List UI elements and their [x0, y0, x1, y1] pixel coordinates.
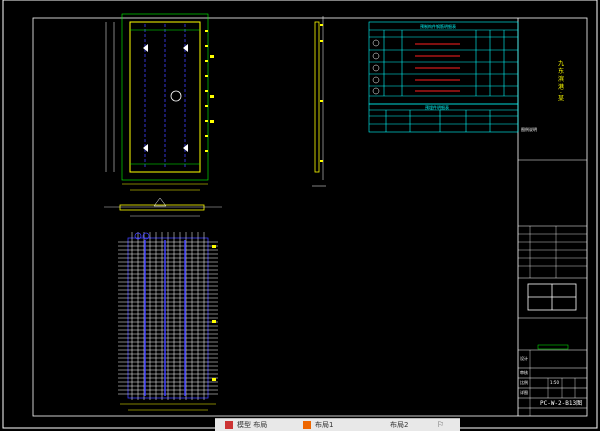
cad-drawing-canvas[interactable]: 九 东 滨 港 · 某 图例说明 PC-W-2-B13图 设计 审核 比例 1:… [0, 0, 600, 430]
title-block [517, 18, 587, 416]
layout-tab-icon[interactable] [303, 421, 311, 429]
tab-layout2[interactable]: 布局2 [390, 421, 408, 430]
title-block-code: PC-W-2-B13图 [540, 400, 582, 407]
pin-icon[interactable]: ⚐ [437, 421, 447, 429]
design-label: 设计 [520, 355, 528, 361]
rebar-shapes [415, 43, 460, 92]
panel-rebar-grid [118, 232, 218, 411]
detail-label: 详图 [520, 389, 528, 395]
model-tab-icon[interactable] [225, 421, 233, 429]
layout-tab-bar: 模型 布局 布局1 布局2 ⚐ [215, 418, 460, 431]
material-table [368, 21, 519, 105]
panel-cross-section [104, 197, 222, 217]
panel-plan-view [105, 13, 214, 191]
material-table-title: 预制构件钢筋明细表 [420, 23, 456, 29]
notes-label: 图例说明 [521, 126, 537, 132]
tab-model[interactable]: 模型 布局 [237, 421, 267, 430]
tab-layout1[interactable]: 布局1 [315, 421, 333, 430]
panel-side-section [312, 16, 326, 187]
vertical-title-text: 九 东 滨 港 · 某 [557, 59, 564, 102]
drawing-frame-outer [2, 0, 598, 429]
embedded-table-title: 预埋件明细表 [425, 104, 449, 110]
scale-label: 1:50 [550, 380, 559, 385]
approval-label: 审核 [520, 369, 528, 375]
sheet-label: 比例 [520, 379, 528, 385]
